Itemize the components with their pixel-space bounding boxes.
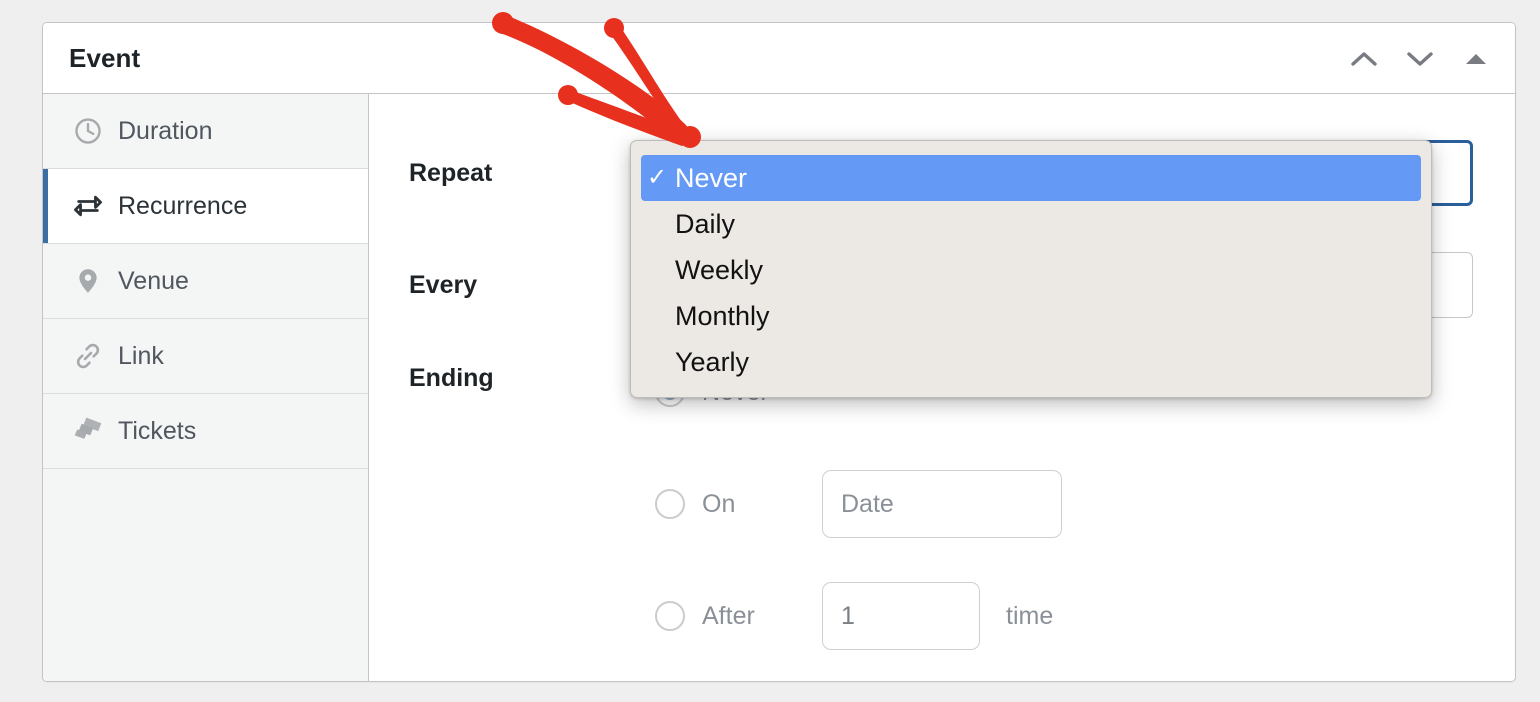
sidebar-item-label: Venue (118, 266, 189, 295)
sidebar-item-duration[interactable]: Duration (43, 94, 368, 169)
sidebar-item-venue[interactable]: Venue (43, 244, 368, 319)
ending-row: Ending Never On Date (409, 364, 1501, 650)
ending-options: Never On Date After (655, 364, 1501, 650)
dropdown-option-daily[interactable]: Daily (631, 201, 1431, 247)
dropdown-option-label: Never (675, 162, 748, 193)
repeat-label: Repeat (409, 158, 493, 187)
end-times-value: 1 (841, 601, 855, 630)
end-date-placeholder: Date (841, 489, 894, 518)
end-times-input[interactable]: 1 (822, 582, 980, 650)
ending-option-after[interactable]: After 1 time (655, 582, 1501, 650)
dropdown-option-yearly[interactable]: Yearly (631, 339, 1431, 385)
radio-on[interactable] (655, 489, 685, 519)
chevron-down-icon (1406, 50, 1434, 68)
dropdown-option-label: Yearly (675, 346, 750, 377)
tickets-icon (71, 414, 105, 448)
ending-option-on[interactable]: On Date (655, 470, 1501, 538)
panel-header-actions (1347, 23, 1493, 94)
sidebar-filler (43, 469, 368, 681)
ending-option-label: After (702, 601, 755, 630)
ending-option-label: On (702, 489, 736, 518)
screen: Event Duration Recurrence Venue Link Tic… (0, 0, 1540, 702)
dropdown-option-monthly[interactable]: Monthly (631, 293, 1431, 339)
ending-label: Ending (409, 364, 494, 392)
dropdown-option-weekly[interactable]: Weekly (631, 247, 1431, 293)
chevron-up-icon (1350, 50, 1378, 68)
dropdown-option-label: Monthly (675, 300, 770, 331)
move-down-button[interactable] (1403, 42, 1437, 76)
page-title: Event (69, 42, 141, 73)
sidebar-item-tickets[interactable]: Tickets (43, 394, 368, 469)
sidebar-item-label: Duration (118, 116, 213, 145)
move-up-button[interactable] (1347, 42, 1381, 76)
end-times-unit: time (1006, 601, 1054, 630)
sidebar-item-label: Tickets (118, 416, 197, 445)
sidebar-item-recurrence[interactable]: Recurrence (43, 169, 368, 244)
sidebar-item-link[interactable]: Link (43, 319, 368, 394)
dropdown-option-never[interactable]: ✓ Never (641, 155, 1421, 201)
sidebar-item-label: Recurrence (118, 191, 248, 220)
sidebar-item-label: Link (118, 341, 164, 370)
panel-header: Event (43, 23, 1515, 94)
map-pin-icon (71, 264, 105, 298)
dropdown-option-label: Weekly (675, 254, 764, 285)
link-icon (71, 339, 105, 373)
toggle-panel-button[interactable] (1459, 42, 1493, 76)
triangle-up-icon (1465, 52, 1487, 66)
check-icon: ✓ (647, 164, 668, 191)
clock-icon (71, 114, 105, 148)
repeat-icon (71, 189, 105, 223)
end-date-input[interactable]: Date (822, 470, 1062, 538)
repeat-dropdown-menu[interactable]: ✓ Never Daily Weekly Monthly Yearly (630, 140, 1432, 398)
radio-after[interactable] (655, 601, 685, 631)
every-label: Every (409, 270, 478, 299)
dropdown-option-label: Daily (675, 208, 736, 239)
settings-tabs-sidebar: Duration Recurrence Venue Link Tickets (43, 94, 369, 681)
